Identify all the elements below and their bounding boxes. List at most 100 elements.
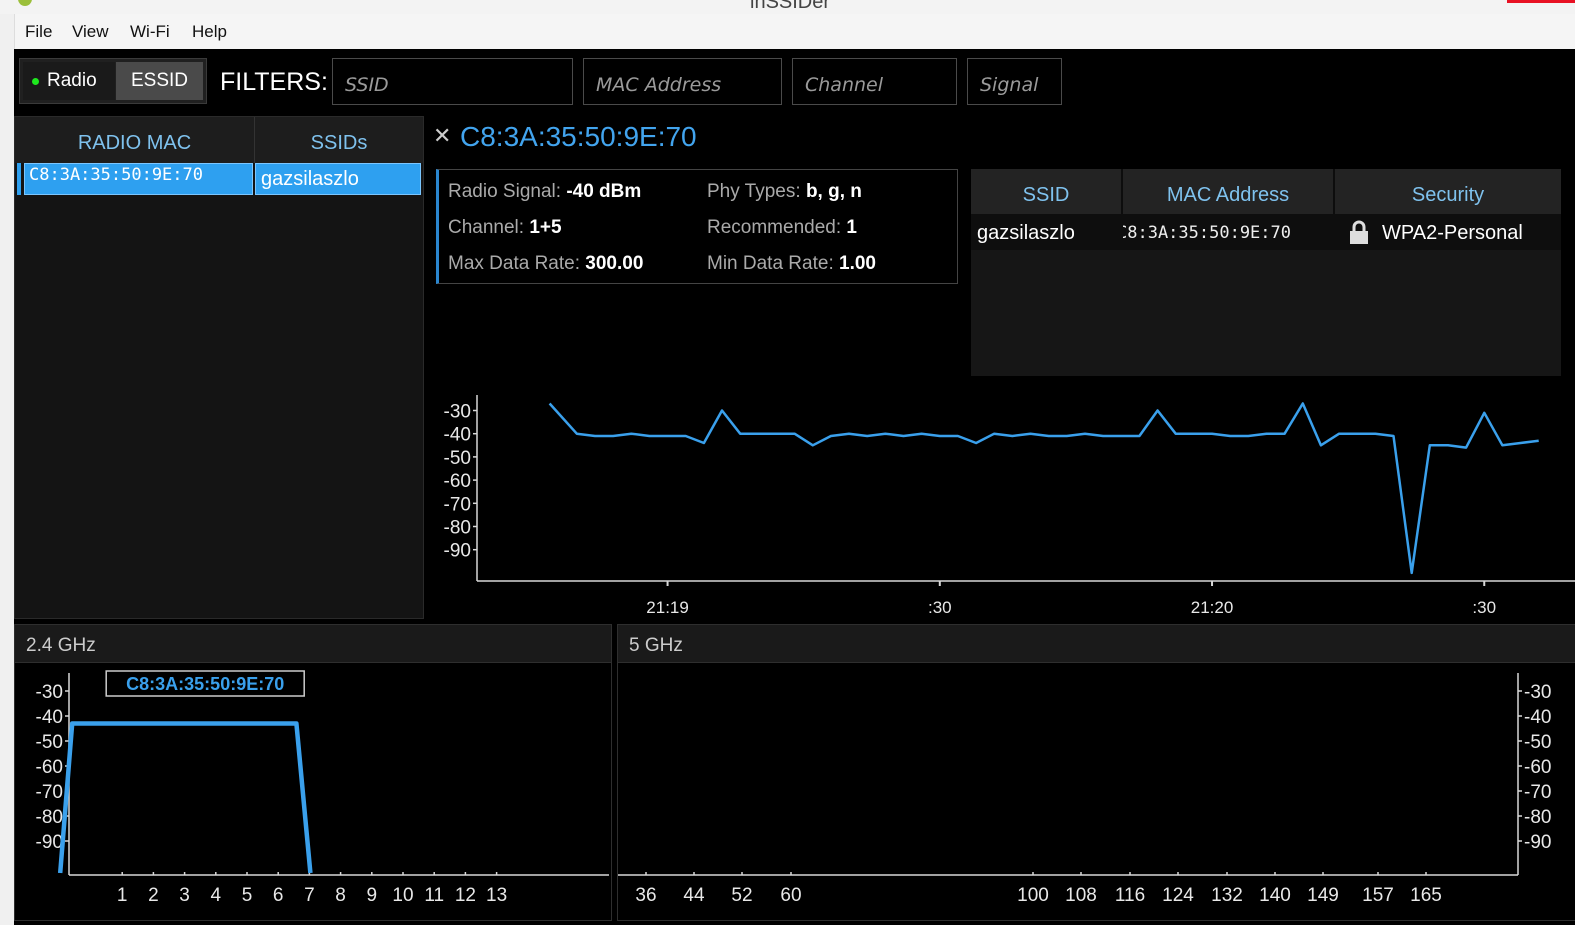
y-tick-label: -80	[1524, 807, 1551, 828]
ssid-cell[interactable]: gazsilaszlo	[971, 214, 1123, 250]
channel-label: 60	[780, 885, 801, 906]
essid-toggle-button[interactable]: ESSID	[116, 62, 203, 100]
panel-5ghz-title: 5 GHz	[618, 625, 1575, 663]
mac-column-header[interactable]: MAC Address	[1123, 169, 1335, 214]
radio-signal-row: Radio Signal: -40 dBm	[448, 181, 641, 203]
row-selection-marker	[17, 163, 21, 195]
close-detail-icon[interactable]: ✕	[433, 123, 451, 149]
phy-types-value: b, g, n	[805, 181, 862, 202]
ssid-filter-input[interactable]: SSID	[332, 58, 573, 105]
ssids-header[interactable]: SSIDs	[255, 117, 423, 163]
panel-5ghz: 5 GHz -30 -40 -50 -60 -70 -80 -90 36 44 52 60 100 10…	[617, 624, 1575, 921]
recommended-value: 1	[846, 217, 857, 238]
channel-label: 3	[179, 885, 190, 906]
radio-toggle-button[interactable]: Radio	[23, 62, 115, 100]
channel-label: 157	[1362, 885, 1394, 906]
menu-wifi[interactable]: Wi-Fi	[130, 22, 170, 42]
channel-label: 11	[424, 885, 444, 906]
y-tick-label: -60	[1524, 757, 1551, 778]
y-tick-label: -30	[36, 682, 63, 703]
view-toggle: Radio ESSID	[19, 58, 207, 104]
phy-types-row: Phy Types: b, g, n	[707, 181, 862, 203]
channel-label: Channel:	[448, 217, 525, 238]
channel-label: 132	[1211, 885, 1243, 906]
signal-line	[548, 402, 1539, 575]
menu-file[interactable]: File	[25, 22, 52, 42]
channel-label: 149	[1307, 885, 1339, 906]
x-tick-label: :30	[928, 598, 952, 617]
close-window-button[interactable]	[1507, 0, 1575, 3]
window-title: inSSIDer	[750, 0, 831, 13]
mac-cell[interactable]: C8:3A:35:50:9E:70	[1123, 214, 1335, 250]
menu-view[interactable]: View	[72, 22, 109, 42]
network-signal-shape	[57, 721, 313, 874]
panel-2-4ghz: 2.4 GHz -30 -40 -50 -60 -70 -80 -90 1 2 3 4 5 6 7 8 9 10…	[14, 624, 612, 921]
max-rate-label: Max Data Rate:	[448, 253, 580, 274]
security-value: WPA2-Personal	[1382, 222, 1523, 244]
channel-label: 1	[117, 885, 128, 906]
min-rate-row: Min Data Rate: 1.00	[707, 253, 876, 275]
x-tick-label: 21:19	[646, 598, 689, 617]
channel-label: 44	[683, 885, 705, 906]
channel-label: 2	[148, 885, 159, 906]
radio-row-mac[interactable]: C8:3A:35:50:9E:70	[24, 163, 253, 195]
y-tick-label: -70	[1524, 782, 1551, 803]
y-tick-label: -90	[1524, 832, 1551, 853]
channel-label: 10	[392, 885, 413, 906]
mac-filter-input[interactable]: MAC Address	[583, 58, 782, 105]
chart-2-4ghz: -30-40-50-60-70-80-901 2 3 4 5 6 7 8 9 10 11 12 13C8…	[36, 670, 609, 906]
ssid-table: SSID MAC Address Security gazsilaszlo C8…	[971, 169, 1561, 376]
network-label: C8:3A:35:50:9E:70	[126, 674, 284, 694]
channel-label: 165	[1410, 885, 1442, 906]
y-tick-label: -50	[1524, 732, 1551, 753]
y-tick-label: -40	[36, 707, 63, 728]
y-tick-label: -90	[36, 832, 63, 853]
x-tick-label: :30	[1472, 598, 1496, 617]
y-tick-label: -80	[36, 807, 63, 828]
radio-mac-header[interactable]: RADIO MAC	[15, 117, 255, 163]
y-tick-label: -60	[36, 757, 63, 778]
channel-label: 4	[211, 885, 222, 906]
y-tick-label: -90	[444, 541, 471, 562]
lock-icon	[1350, 220, 1368, 244]
security-column-header[interactable]: Security	[1335, 169, 1561, 214]
channel-filter-input[interactable]: Channel	[792, 58, 957, 105]
title-bar: inSSIDer	[0, 0, 1575, 14]
y-tick-label: -40	[444, 425, 471, 446]
y-tick-label: -50	[444, 448, 471, 469]
filters-label: FILTERS:	[220, 68, 328, 96]
channel-label: 116	[1115, 885, 1145, 906]
channel-value: 1+5	[529, 217, 562, 238]
min-rate-value: 1.00	[839, 253, 876, 274]
panel-2-4ghz-title: 2.4 GHz	[15, 625, 611, 663]
channel-row: Channel: 1+5	[448, 217, 562, 239]
channel-label: 8	[335, 885, 346, 906]
signal-filter-input[interactable]: Signal	[967, 58, 1062, 105]
channel-label: 9	[367, 885, 378, 906]
radio-signal-value: -40 dBm	[566, 181, 642, 202]
channel-label: 6	[273, 885, 284, 906]
y-tick-label: -40	[1524, 707, 1551, 728]
y-tick-label: -80	[444, 518, 471, 539]
channel-label: 12	[455, 885, 476, 906]
radio-row-ssid[interactable]: gazsilaszlo	[255, 163, 421, 195]
y-tick-label: -30	[444, 402, 471, 423]
radio-signal-label: Radio Signal:	[448, 181, 562, 202]
security-cell[interactable]: WPA2-Personal	[1335, 214, 1561, 250]
radio-toggle-label: Radio	[47, 70, 97, 91]
channel-label: 52	[731, 885, 752, 906]
y-tick-label: -50	[36, 732, 63, 753]
y-tick-label: -60	[444, 471, 471, 492]
app-icon	[18, 0, 32, 6]
radio-details: Radio Signal: -40 dBm Phy Types: b, g, n…	[436, 169, 958, 284]
channel-label: 124	[1162, 885, 1194, 906]
detail-title: C8:3A:35:50:9E:70	[460, 121, 697, 152]
phy-types-label: Phy Types:	[707, 181, 801, 202]
channel-label: 7	[304, 885, 315, 906]
ssid-column-header[interactable]: SSID	[971, 169, 1123, 214]
menu-help[interactable]: Help	[192, 22, 227, 42]
channel-label: 5	[242, 885, 253, 906]
channel-label: 140	[1259, 885, 1291, 906]
signal-time-chart: -30-40-50-60-70 -80-90 21:19:30 21:20:30	[444, 395, 1575, 617]
channel-label: 13	[486, 885, 507, 906]
